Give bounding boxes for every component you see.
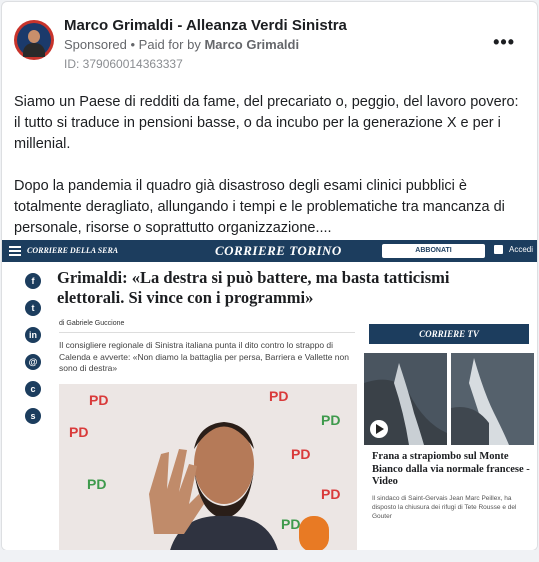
article-screenshot[interactable]: CORRIERE DELLA SERA CORRIERE TORINO ABBO…: [2, 240, 537, 550]
linkedin-icon: in: [25, 327, 41, 343]
share-icons: f t in @ c s: [25, 273, 41, 435]
speaker-photo: [149, 422, 278, 550]
microphone-icon: [299, 516, 329, 550]
post-paragraph-2: Dopo la pandemia il quadro già disastros…: [14, 178, 505, 236]
more-options-icon[interactable]: •••: [493, 32, 515, 53]
ad-id: ID: 379060014363337: [64, 57, 183, 71]
facebook-icon: f: [25, 273, 41, 289]
article-title: Grimaldi: «La destra si può battere, ma …: [57, 268, 450, 307]
hamburger-icon: [9, 246, 21, 256]
login-link: Accedi: [509, 245, 534, 254]
feed-background: [0, 550, 539, 562]
comment-icon: c: [25, 381, 41, 397]
article-photo: PD PD PD PD PD PD PD PD: [59, 384, 357, 550]
ad-post-card: Marco Grimaldi - Alleanza Verdi Sinistra…: [1, 1, 538, 551]
video-thumbnail: [364, 353, 534, 445]
corriere-logo: CORRIERE DELLA SERA: [27, 246, 119, 255]
subscribe-button: ABBONATI: [382, 244, 485, 258]
post-header: Marco Grimaldi - Alleanza Verdi Sinistra…: [14, 12, 525, 72]
bookmark-icon: s: [25, 408, 41, 424]
corriere-topbar: CORRIERE DELLA SERA CORRIERE TORINO ABBO…: [2, 240, 537, 262]
sponsored-line: Sponsored • Paid for by Marco Grimaldi: [64, 37, 299, 52]
twitter-icon: t: [25, 300, 41, 316]
avatar[interactable]: [14, 20, 54, 60]
divider: [59, 332, 355, 333]
author-name[interactable]: Marco Grimaldi - Alleanza Verdi Sinistra: [64, 17, 347, 34]
paid-prefix: • Paid for by: [130, 37, 201, 52]
edition-title: CORRIERE TORINO: [215, 243, 342, 258]
sponsored-label: Sponsored: [64, 37, 127, 52]
video-title: Frana a strapiombo sul Monte Bianco dall…: [372, 451, 530, 487]
email-icon: @: [25, 354, 41, 370]
article-author: di Gabriele Guccione: [59, 320, 125, 327]
corriere-tv-label: CORRIERE TV: [369, 324, 529, 344]
post-paragraph-1: Siamo un Paese di redditi da fame, del p…: [14, 94, 519, 152]
post-text: Siamo un Paese di redditi da fame, del p…: [14, 92, 519, 260]
article-lead: Il consigliere regionale di Sinistra ita…: [59, 340, 349, 373]
video-description: Il sindaco di Saint-Gervais Jean Marc Pe…: [372, 495, 517, 520]
paid-by-link[interactable]: Marco Grimaldi: [204, 37, 299, 52]
